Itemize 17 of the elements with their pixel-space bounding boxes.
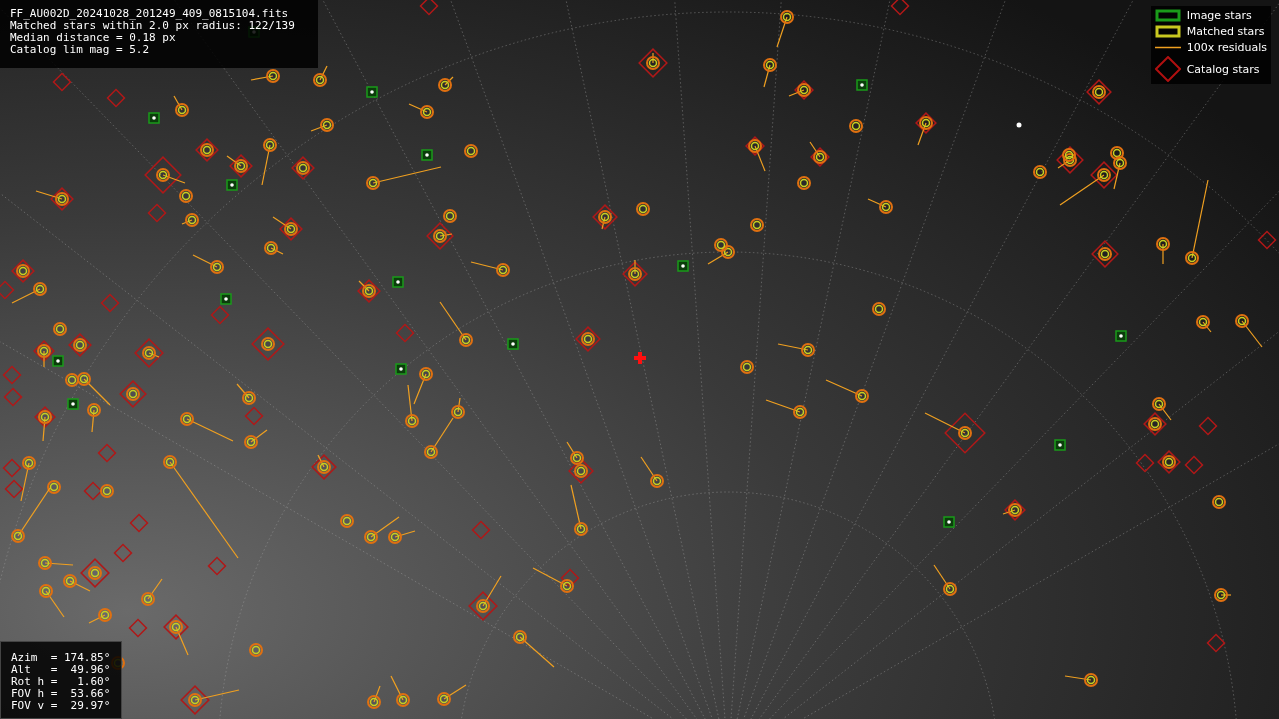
cross-icon bbox=[634, 352, 646, 364]
legend-label: Catalog stars bbox=[1186, 61, 1260, 77]
info-text: Median distance = 0.18 px bbox=[10, 32, 177, 44]
legend-label: 100x residuals bbox=[1186, 40, 1267, 55]
info-text: Catalog lim mag = 5.2 bbox=[10, 44, 151, 56]
pointing-text: FOV v = 29.97° bbox=[11, 700, 111, 712]
info-text: Matched stars within 2.0 px radius: 122/139 bbox=[10, 20, 296, 32]
info-text: FF_AU002D_20241028_201249_409_0815104.fits bbox=[10, 8, 290, 20]
pointing-text: FOV h = 53.66° bbox=[11, 688, 111, 700]
pointing-text: Alt = 49.96° bbox=[11, 664, 111, 676]
legend-label: Image stars bbox=[1186, 8, 1252, 23]
diamond-icon bbox=[1154, 56, 1181, 82]
image-star-marker-icon bbox=[1154, 8, 1181, 23]
legend-label: Matched stars bbox=[1186, 24, 1265, 39]
pointing-text: Rot h = 1.60° bbox=[11, 676, 111, 688]
pointing-text: Azim = 174.85° bbox=[11, 652, 111, 664]
matched-star-marker-icon bbox=[1154, 24, 1181, 39]
